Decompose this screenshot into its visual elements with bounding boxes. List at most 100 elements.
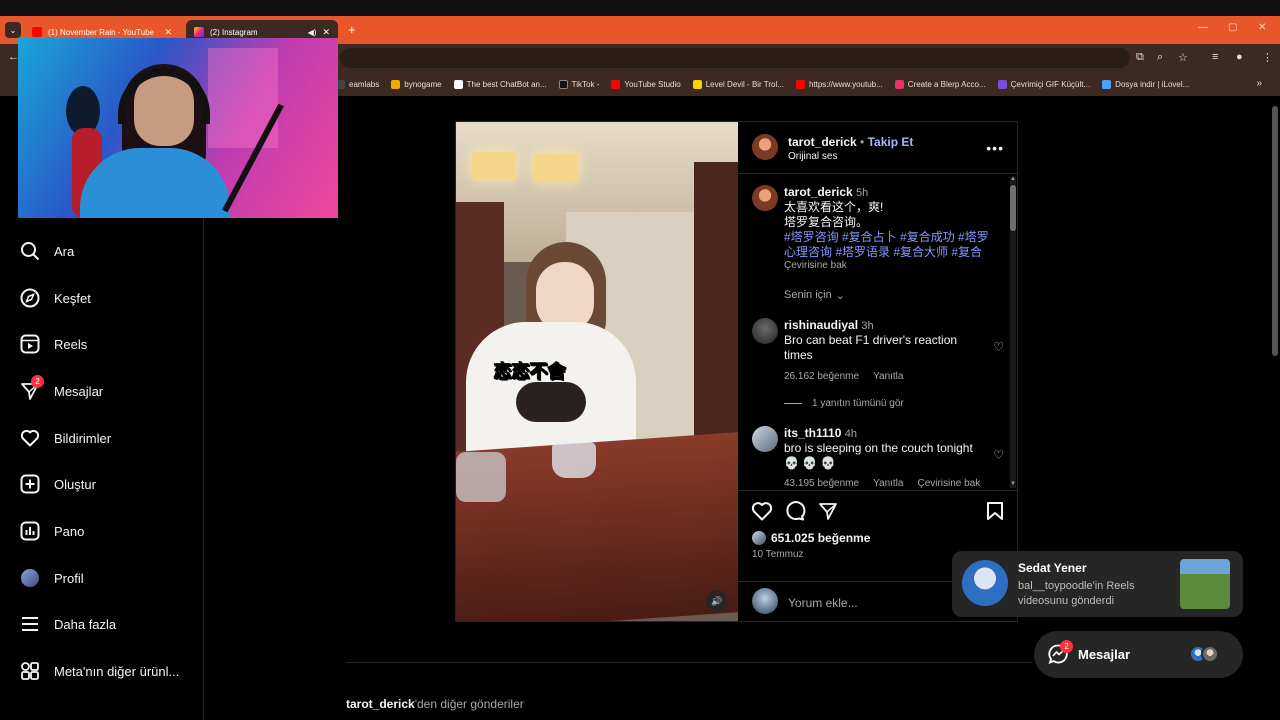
scrollbar-thumb[interactable] [1272, 106, 1278, 356]
avatar[interactable] [752, 588, 778, 614]
comment-text: bro is sleeping on the couch tonight [784, 441, 973, 455]
caption-hashtags[interactable]: #塔罗咨询 #复合占卜 #复合成功 #塔罗心理咨询 #塔罗语录 #复合大师 #复… [784, 230, 990, 260]
reel-video[interactable]: 恋恋不舍 🔊 [456, 122, 738, 621]
commenter-avatar[interactable] [752, 318, 778, 344]
notification-message: bal__toypoodle'in Reels videosunu gönder… [1018, 580, 1135, 607]
address-bar[interactable] [340, 48, 1130, 68]
comment-icon[interactable] [784, 501, 806, 526]
youtube-favicon-icon [32, 27, 42, 37]
window-close-icon[interactable]: ✕ [1258, 22, 1266, 33]
comment-header: rishinaudiyal 3h [784, 318, 874, 334]
sidebar-item-label: Oluştur [54, 476, 96, 492]
bookmarks-overflow-icon[interactable]: » [1256, 78, 1262, 89]
message-notification-toast[interactable]: Sedat Yener bal__toypoodle'in Reels vide… [952, 551, 1243, 617]
zoom-icon[interactable]: ⌕ [1157, 51, 1163, 64]
like-icon[interactable] [751, 501, 773, 526]
sidebar-item-dashboard[interactable]: Pano [20, 519, 84, 543]
scroll-down-icon[interactable]: ▼ [1010, 481, 1016, 487]
messages-button[interactable]: 2 Mesajlar [1034, 631, 1243, 678]
post-header: tarot_derick • Takip Et Orijinal ses ••• [738, 122, 1018, 174]
bookmark-icon[interactable] [986, 501, 1004, 526]
page-scrollbar[interactable] [1270, 96, 1280, 720]
close-tab-icon[interactable]: ✕ [322, 27, 330, 38]
sidebar-item-create[interactable]: Oluştur [20, 472, 96, 496]
reply-button[interactable]: Yanıtla [873, 478, 903, 489]
comment-text: Bro can beat F1 driver's reaction times [784, 333, 958, 362]
post-details-pane: tarot_derick • Takip Et Orijinal ses •••… [738, 122, 1018, 621]
more-options-icon[interactable]: ••• [986, 140, 1004, 156]
bookmark-star-icon[interactable]: ☆ [1178, 51, 1188, 64]
comment-username[interactable]: rishinaudiyal [784, 318, 858, 332]
audio-label[interactable]: Orijinal ses [788, 151, 837, 162]
media-control-icon[interactable]: ≡ [1212, 51, 1218, 63]
sidebar-item-notifications[interactable]: Bildirimler [20, 426, 111, 450]
caption-line: 塔罗复合咨询。 [784, 215, 869, 229]
author-username[interactable]: tarot_derick [788, 135, 857, 149]
instagram-sidebar: Ara Keşfet Reels 2 Mesajlar Bildirimler … [0, 218, 204, 720]
caption-translate-link[interactable]: Çevirisine bak [784, 260, 847, 271]
bookmark-item[interactable]: YouTube Studio [611, 79, 681, 89]
sidebar-item-messages[interactable]: 2 Mesajlar [20, 375, 104, 403]
bookmark-item[interactable]: https://www.youtub... [795, 79, 883, 89]
tab-title: (1) November Rain - YouTube [48, 27, 154, 37]
bookmark-item[interactable]: eamlabs [336, 79, 379, 89]
sidebar-item-label: Reels [54, 336, 88, 352]
video-cup [552, 442, 596, 478]
sidebar-item-meta[interactable]: Meta'nın diğer ürünl... [20, 659, 179, 683]
comment-likes[interactable]: 26.162 beğenme [784, 371, 859, 382]
speaker-icon[interactable]: ◀) [308, 28, 317, 37]
bookmark-item[interactable]: The best ChatBot an... [453, 79, 547, 89]
reply-button[interactable]: Yanıtla [873, 371, 903, 382]
author-line: tarot_derick • Takip Et [788, 135, 913, 149]
comment-likes[interactable]: 43.195 beğenme [784, 478, 859, 489]
notification-badge: 2 [1060, 640, 1073, 653]
sidebar-item-search[interactable]: Ara [20, 239, 74, 263]
shirt-dog-print [516, 382, 586, 422]
browser-menu-icon[interactable]: ⋮ [1262, 51, 1273, 64]
share-icon[interactable] [818, 501, 838, 526]
profile-icon[interactable]: ● [1236, 51, 1243, 63]
bookmark-favicon-icon [453, 79, 463, 89]
maximize-icon[interactable]: ▢ [1228, 22, 1237, 33]
author-avatar[interactable] [752, 185, 778, 211]
scrollbar-thumb[interactable] [1010, 185, 1016, 231]
more-posts-username[interactable]: tarot_derick [346, 697, 415, 711]
avatar [1201, 645, 1219, 663]
for-you-dropdown[interactable]: Senin için ⌄ [784, 289, 845, 302]
bookmark-favicon-icon [1102, 79, 1112, 89]
section-divider [346, 662, 1032, 663]
author-avatar[interactable] [752, 134, 778, 160]
volume-icon[interactable]: 🔊 [706, 590, 728, 612]
sidebar-item-label: Bildirimler [54, 430, 112, 446]
cast-icon[interactable]: ⧉ [1136, 51, 1144, 64]
comments-scrollbar[interactable] [1010, 177, 1016, 488]
sidebar-item-label: Mesajlar [54, 383, 104, 399]
minimize-icon[interactable]: — [1198, 22, 1208, 33]
caption-username[interactable]: tarot_derick [784, 185, 853, 199]
comment-username[interactable]: its_th1110 [784, 426, 841, 440]
bookmark-item[interactable]: Çevrimiçi GIF Küçült... [997, 79, 1090, 89]
bookmark-item[interactable]: TikTok - [558, 79, 599, 89]
commenter-avatar[interactable] [752, 426, 778, 452]
sidebar-item-label: Pano [54, 523, 85, 539]
comment-like-icon[interactable]: ♡ [993, 448, 1004, 462]
sidebar-item-profile[interactable]: Profil [20, 566, 84, 590]
comment-like-icon[interactable]: ♡ [993, 340, 1004, 354]
follow-button[interactable]: Takip Et [868, 135, 914, 149]
view-replies-link[interactable]: 1 yanıtın tümünü gör [784, 398, 904, 409]
translate-link[interactable]: Çevirisine bak [917, 478, 980, 489]
bookmark-item[interactable]: bynogame [391, 79, 442, 89]
meta-grid-icon [20, 661, 40, 681]
bookmark-item[interactable]: Dosya indir | iLovel... [1102, 79, 1189, 89]
bookmark-item[interactable]: Create a Blerp Acco... [894, 79, 986, 89]
likes-count[interactable]: 651.025 beğenme [752, 531, 870, 545]
tab-search-button[interactable]: ⌄ [5, 22, 21, 38]
sidebar-item-more[interactable]: Daha fazla [20, 612, 116, 636]
scroll-up-icon[interactable]: ▲ [1010, 176, 1016, 182]
sidebar-item-explore[interactable]: Keşfet [20, 286, 91, 310]
new-tab-button[interactable]: + [348, 22, 356, 37]
close-tab-icon[interactable]: ✕ [164, 27, 172, 38]
comment-input[interactable]: Yorum ekle... [788, 596, 858, 610]
bookmark-item[interactable]: Level Devil - Bir Trol... [692, 79, 784, 89]
sidebar-item-reels[interactable]: Reels [20, 332, 87, 356]
